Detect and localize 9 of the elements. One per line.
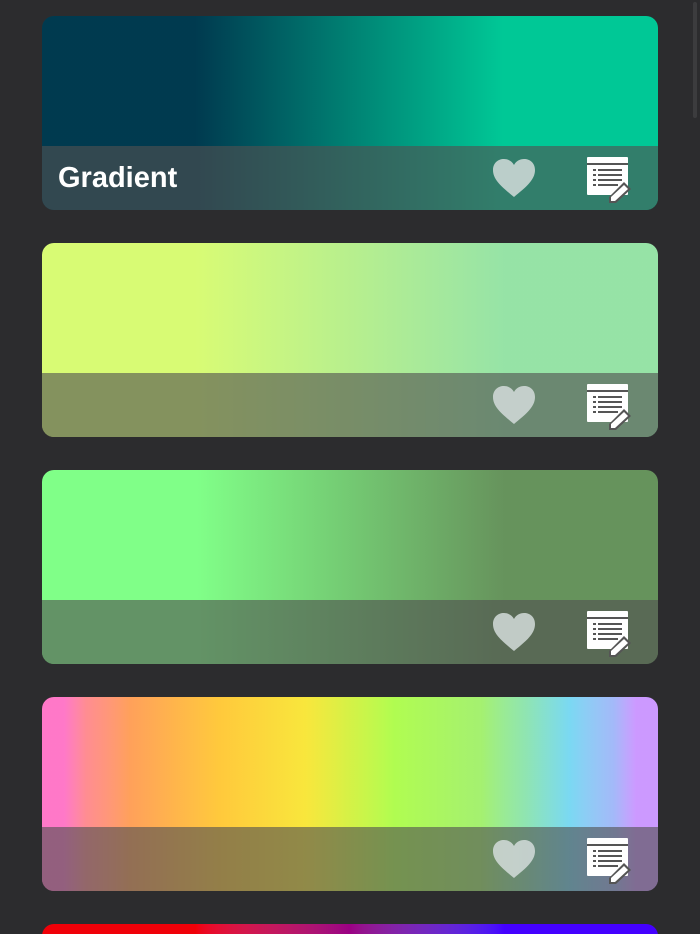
edit-list-icon[interactable]	[586, 156, 634, 204]
edit-list-icon[interactable]	[586, 610, 634, 658]
heart-icon[interactable]	[492, 385, 536, 425]
gradient-title: Gradient	[58, 162, 178, 194]
heart-icon[interactable]	[492, 839, 536, 879]
heart-icon[interactable]	[492, 612, 536, 652]
edit-list-icon[interactable]	[586, 383, 634, 431]
edit-list-icon[interactable]	[586, 837, 634, 885]
heart-icon[interactable]	[492, 158, 536, 198]
